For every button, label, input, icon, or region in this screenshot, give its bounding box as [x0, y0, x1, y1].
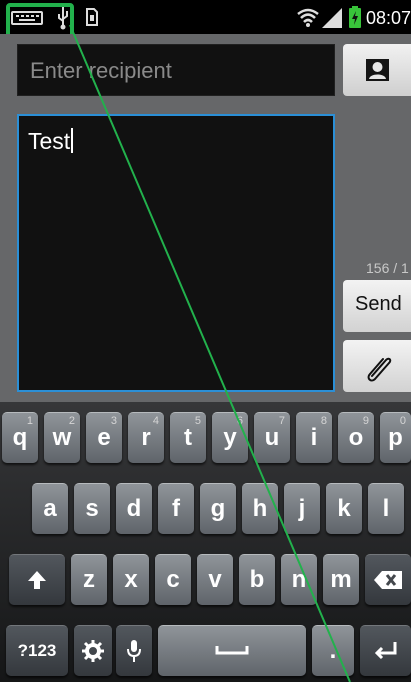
- key-f[interactable]: f: [158, 483, 194, 534]
- backspace-icon: [374, 571, 402, 589]
- key-q[interactable]: q1: [2, 412, 38, 463]
- key-j[interactable]: j: [284, 483, 320, 534]
- message-input[interactable]: Test: [17, 114, 335, 392]
- key-x[interactable]: x: [113, 554, 149, 605]
- message-text: Test: [28, 128, 74, 155]
- key-z[interactable]: z: [71, 554, 107, 605]
- spacebar-icon: [215, 646, 249, 655]
- period-key[interactable]: .: [312, 625, 354, 676]
- send-label: Send: [355, 293, 402, 315]
- settings-icon: [82, 640, 104, 662]
- enter-key[interactable]: [360, 625, 411, 676]
- spacebar[interactable]: [158, 625, 306, 676]
- key-m[interactable]: m: [323, 554, 359, 605]
- status-bar: 08:07: [0, 0, 411, 49]
- key-w[interactable]: w2: [44, 412, 80, 463]
- key-v[interactable]: v: [197, 554, 233, 605]
- key-e[interactable]: e3: [86, 412, 122, 463]
- paperclip-icon: [367, 357, 392, 382]
- backspace-key[interactable]: [365, 554, 411, 605]
- key-s[interactable]: s: [74, 483, 110, 534]
- recipient-input[interactable]: Enter recipient: [17, 44, 335, 96]
- key-l[interactable]: l: [368, 483, 404, 534]
- compose-area: Enter recipient Test 156 / 1 Send: [0, 34, 411, 402]
- key-a[interactable]: a: [32, 483, 68, 534]
- character-counter: 156 / 1: [366, 260, 409, 276]
- key-n[interactable]: n: [281, 554, 317, 605]
- shift-icon: [28, 571, 46, 589]
- key-t[interactable]: t5: [170, 412, 206, 463]
- key-c[interactable]: c: [155, 554, 191, 605]
- contact-icon: [366, 59, 389, 81]
- key-h[interactable]: h: [242, 483, 278, 534]
- key-g[interactable]: g: [200, 483, 236, 534]
- attach-button[interactable]: [343, 340, 411, 392]
- microphone-key[interactable]: [116, 625, 152, 676]
- enter-icon: [374, 642, 396, 660]
- text-cursor: [71, 128, 74, 153]
- key-r[interactable]: r4: [128, 412, 164, 463]
- sim-icon: [86, 8, 98, 26]
- key-p[interactable]: p0: [380, 412, 411, 463]
- shift-key[interactable]: [9, 554, 65, 605]
- key-i[interactable]: i8: [296, 412, 332, 463]
- contact-button[interactable]: [343, 44, 411, 96]
- settings-key[interactable]: [74, 625, 112, 676]
- key-b[interactable]: b: [239, 554, 275, 605]
- signal-icon: [322, 8, 342, 28]
- key-d[interactable]: d: [116, 483, 152, 534]
- key-k[interactable]: k: [326, 483, 362, 534]
- battery-charging-icon: [349, 6, 361, 28]
- key-o[interactable]: o9: [338, 412, 374, 463]
- microphone-icon: [127, 640, 141, 662]
- wifi-icon: [297, 8, 319, 27]
- symbols-key[interactable]: ?123: [6, 625, 68, 676]
- key-u[interactable]: u7: [254, 412, 290, 463]
- send-button[interactable]: Send: [343, 280, 411, 332]
- status-time: 08:07: [366, 8, 411, 28]
- key-y[interactable]: y6: [212, 412, 248, 463]
- recipient-placeholder: Enter recipient: [30, 58, 172, 83]
- keyboard: q1 w2 e3 r4 t5 y6 u7 i8 o9 p0 a s d f g …: [0, 402, 411, 682]
